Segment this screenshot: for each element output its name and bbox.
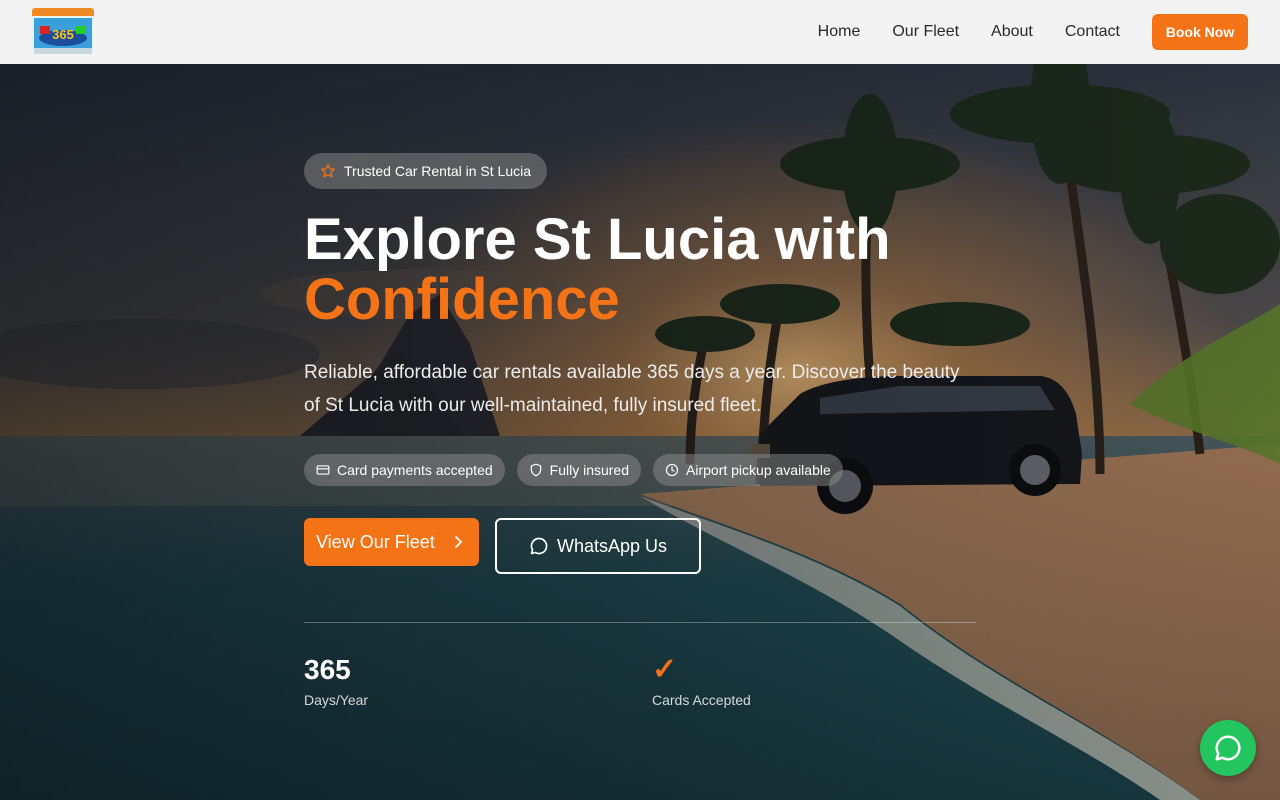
pill-label: Card payments accepted	[337, 462, 493, 478]
hero-title-line1: Explore St Lucia with	[304, 207, 891, 272]
logo-image: 365	[32, 8, 94, 54]
whatsapp-floating-button[interactable]	[1200, 720, 1256, 776]
badge-text: Trusted Car Rental in St Lucia	[344, 163, 532, 179]
whatsapp-icon	[1215, 735, 1241, 761]
stats-divider	[304, 622, 976, 623]
chevron-right-icon	[455, 536, 462, 548]
hero-title: Explore St Lucia with Confidence	[304, 210, 891, 330]
pill-label: Airport pickup available	[686, 462, 831, 478]
pill-airport-pickup: Airport pickup available	[653, 454, 843, 486]
hero-description: Reliable, affordable car rentals availab…	[304, 362, 960, 416]
star-icon	[321, 164, 335, 178]
trusted-badge: Trusted Car Rental in St Lucia	[304, 153, 548, 189]
feature-pills: Card payments accepted Fully insured Air…	[304, 454, 855, 486]
stat-value: 365	[304, 654, 351, 685]
stat-label: Days/Year	[304, 692, 369, 708]
stat-label: Cards Accepted	[652, 692, 751, 708]
hero-section: Trusted Car Rental in St Lucia Explore S…	[0, 64, 1280, 800]
whatsapp-button[interactable]: WhatsApp Us	[495, 518, 701, 574]
nav-about[interactable]: About	[991, 23, 1033, 41]
hero-title-accent: Confidence	[304, 267, 620, 332]
pill-fully-insured: Fully insured	[516, 454, 642, 486]
credit-card-icon	[316, 465, 330, 475]
check-icon: ✓	[652, 653, 678, 686]
clock-icon	[665, 463, 679, 477]
shield-icon	[530, 463, 541, 477]
nav-our-fleet[interactable]: Our Fleet	[892, 23, 959, 41]
view-fleet-button[interactable]: View Our Fleet	[304, 518, 479, 566]
pill-card-payments: Card payments accepted	[304, 454, 505, 486]
pill-label: Fully insured	[549, 462, 630, 478]
whatsapp-label: WhatsApp Us	[556, 535, 668, 556]
book-now-button[interactable]: Book Now	[1152, 14, 1248, 50]
chat-bubble-icon	[530, 537, 548, 555]
nav-contact[interactable]: Contact	[1065, 23, 1120, 41]
main-nav: Home Our Fleet About Contact Book Now	[818, 0, 1248, 64]
brand-logo[interactable]: 365	[32, 8, 94, 54]
svg-text:365: 365	[52, 27, 74, 42]
top-navbar: 365 Home Our Fleet About Contact Book No…	[0, 0, 1280, 64]
view-fleet-label: View Our Fleet	[316, 531, 435, 552]
stat-days-per-year: 365 Days/Year	[304, 654, 368, 708]
stat-cards-accepted: ✓ Cards Accepted	[652, 653, 751, 709]
hero-overlay	[0, 64, 1280, 800]
nav-home[interactable]: Home	[818, 23, 861, 41]
